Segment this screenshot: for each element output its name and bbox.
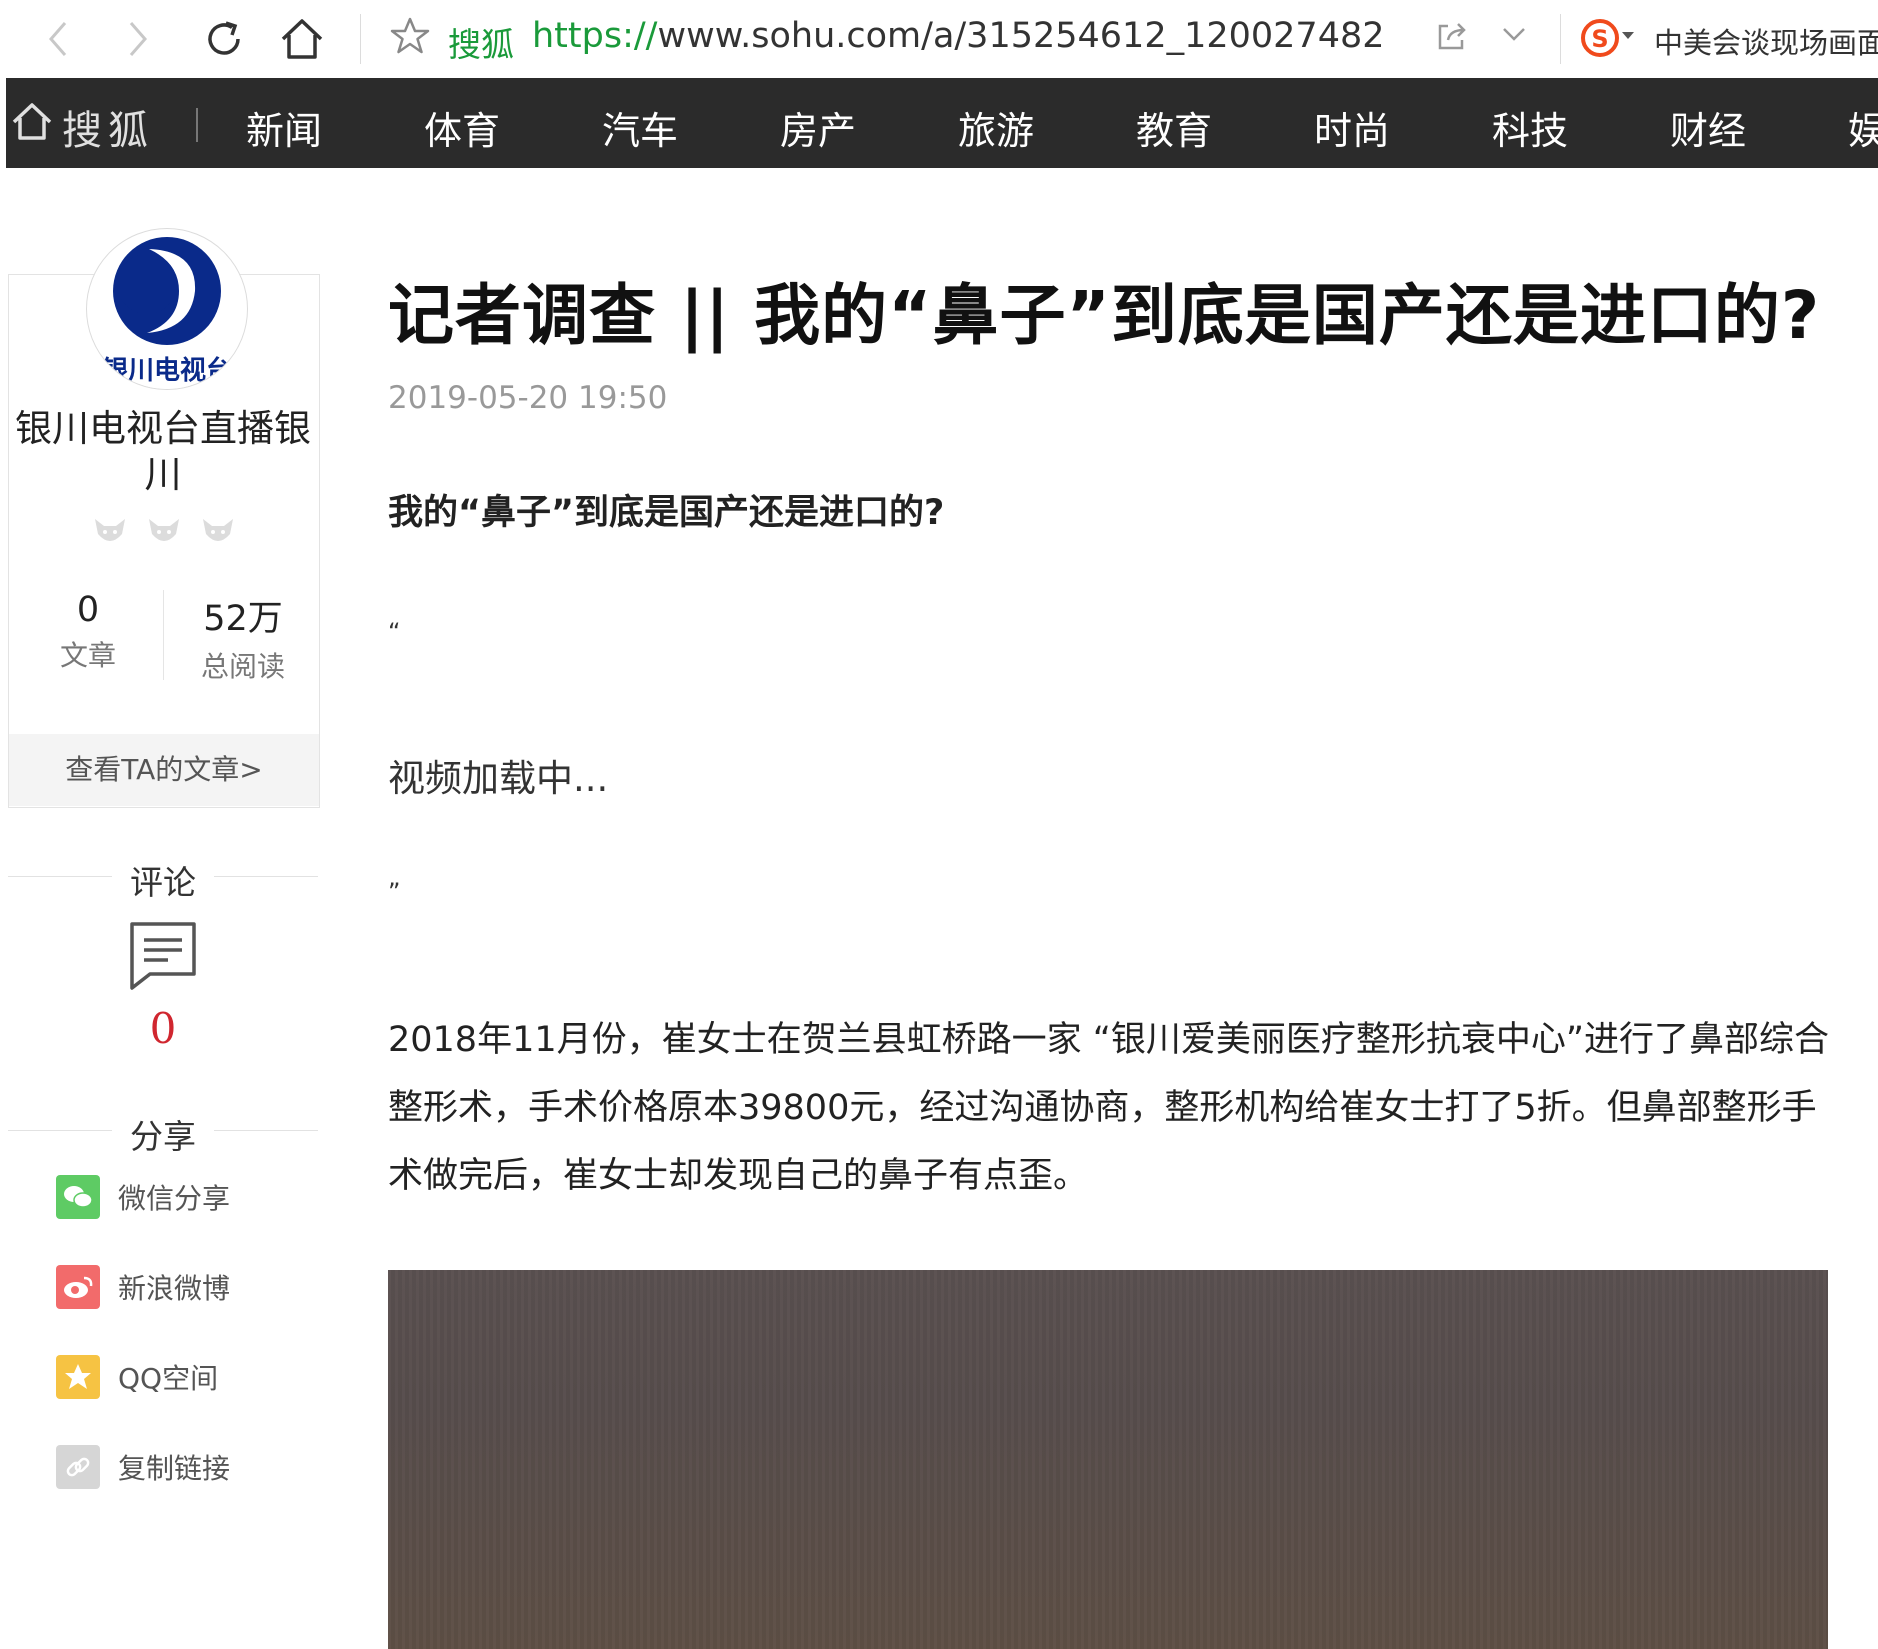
articles-label: 文章 (59, 639, 116, 672)
stat-reads: 52万 总阅读 (168, 590, 318, 685)
author-avatar[interactable]: 银川电视台 (86, 228, 248, 390)
share-qzone[interactable]: QQ空间 (56, 1354, 218, 1400)
fox-badge-icon (95, 519, 125, 541)
comment-icon (130, 922, 196, 990)
share-weibo[interactable]: 新浪微博 (56, 1264, 230, 1310)
nav-item-education[interactable]: 教育 (1136, 100, 1212, 155)
chevron-right-icon (129, 22, 147, 56)
nav-home-button[interactable] (10, 100, 54, 148)
quote-open-mark: “ (388, 618, 401, 646)
article-subtitle: 我的“鼻子”到底是国产还是进口的? (388, 493, 945, 533)
comments-title: 评论 (130, 863, 196, 902)
comment-count[interactable]: 0 (8, 1004, 318, 1053)
view-author-articles-link[interactable]: 查看TA的文章> (9, 734, 319, 806)
stat-articles: 0 文章 (13, 590, 163, 674)
share-wechat-label: 微信分享 (118, 1182, 231, 1215)
toolbar-divider-right (1560, 14, 1561, 64)
article-paragraph: 2018年11月份，崔女士在贺兰县虹桥路一家 “银川爱美丽医疗整形抗衰中心”进行… (388, 1020, 1830, 1196)
nav-separator (196, 108, 198, 142)
nav-item-auto[interactable]: 汽车 (602, 100, 678, 155)
site-identity-label: 搜狐 (448, 25, 514, 64)
nav-item-news[interactable]: 新闻 (246, 100, 322, 155)
nav-item-tech[interactable]: 科技 (1492, 100, 1568, 155)
share-title: 分享 (130, 1117, 196, 1156)
nav-item-fashion[interactable]: 时尚 (1314, 100, 1390, 155)
search-suggestion[interactable]: 中美会谈现场画面 (1654, 20, 1878, 62)
back-button[interactable] (30, 12, 86, 66)
star-icon (390, 17, 430, 54)
url-path: www.sohu.com/a/315254612_120027482 (657, 16, 1385, 56)
nav-item-sports[interactable]: 体育 (424, 100, 500, 155)
chevron-down-icon (1503, 28, 1525, 41)
author-stats: 0 文章 52万 总阅读 (8, 590, 318, 683)
url-dropdown-button[interactable] (1500, 22, 1528, 50)
sogou-icon: S (1581, 19, 1619, 57)
articles-count: 0 (76, 590, 100, 630)
chevron-left-icon (49, 22, 67, 56)
reload-icon (208, 21, 240, 55)
home-icon (281, 19, 323, 59)
fox-badge-icon (149, 519, 179, 541)
share-icon (1438, 23, 1466, 50)
nav-item-entertainment[interactable]: 娱 (1848, 100, 1878, 155)
forward-button[interactable] (110, 12, 166, 66)
yinchuan-tv-logo: 银川电视台 (87, 237, 247, 389)
search-engine-button[interactable]: S (1580, 18, 1620, 62)
image-texture (388, 1270, 1828, 1649)
article-timestamp: 2019-05-20 19:50 (388, 380, 668, 416)
home-button[interactable] (274, 12, 330, 66)
author-name[interactable]: 银川电视台直播银川 (8, 406, 318, 498)
share-page-button[interactable] (1434, 18, 1470, 58)
comment-button[interactable] (128, 920, 198, 994)
caret-down-icon[interactable] (1622, 32, 1634, 39)
site-navbar: 搜狐 新闻 体育 汽车 房产 旅游 教育 时尚 科技 财经 娱 (6, 78, 1878, 168)
sohu-logo[interactable]: 搜狐 (62, 98, 154, 156)
share-qzone-label: QQ空间 (118, 1362, 219, 1395)
browser-toolbar: 搜狐 https://www.sohu.com/a/315254612_1200… (6, 0, 1878, 78)
video-loading-text[interactable]: 视频加载中... (388, 748, 608, 802)
article-title: 记者调查 || 我的“鼻子”到底是国产还是进口的? (388, 277, 1821, 354)
nav-item-travel[interactable]: 旅游 (958, 100, 1034, 155)
svg-text:S: S (1591, 25, 1608, 53)
article-image[interactable] (388, 1270, 1828, 1649)
home-icon (12, 103, 52, 140)
address-bar[interactable]: https://www.sohu.com/a/315254612_1200274… (532, 16, 1385, 56)
reads-label: 总阅读 (200, 650, 285, 683)
share-copy-link[interactable]: 复制链接 (56, 1444, 230, 1490)
reload-button[interactable] (196, 12, 252, 66)
url-protocol: https:// (532, 16, 658, 56)
qzone-icon (56, 1355, 100, 1399)
fox-badge-icon (203, 519, 233, 541)
reads-count: 52万 (203, 599, 283, 639)
toolbar-divider (360, 14, 361, 64)
nav-item-finance[interactable]: 财经 (1670, 100, 1746, 155)
stats-divider (163, 590, 164, 680)
wechat-icon (56, 1175, 100, 1219)
share-wechat[interactable]: 微信分享 (56, 1174, 230, 1220)
quote-close-mark: ” (388, 878, 401, 906)
nav-item-realestate[interactable]: 房产 (780, 100, 856, 155)
share-copy-link-label: 复制链接 (118, 1452, 231, 1485)
share-weibo-label: 新浪微博 (118, 1272, 231, 1305)
author-badges (92, 516, 236, 548)
link-icon (56, 1445, 100, 1489)
bookmark-star-button[interactable] (390, 16, 430, 60)
weibo-icon (56, 1265, 100, 1309)
